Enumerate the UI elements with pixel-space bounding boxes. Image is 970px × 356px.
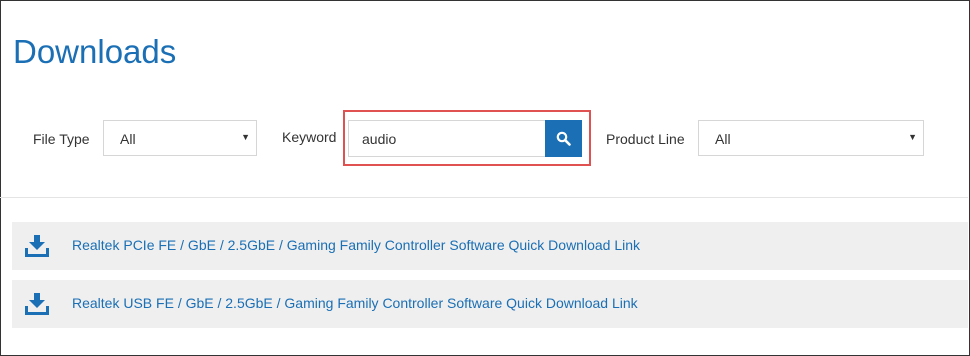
search-icon: [556, 131, 571, 146]
keyword-search-input[interactable]: [348, 120, 545, 157]
download-row: Realtek PCIe FE / GbE / 2.5GbE / Gaming …: [12, 222, 968, 270]
download-icon[interactable]: [24, 292, 50, 316]
caret-down-icon: ▼: [908, 132, 917, 142]
file-type-select[interactable]: All ▼: [103, 120, 257, 156]
page-title: Downloads: [13, 33, 177, 70]
product-line-label: Product Line: [606, 131, 685, 147]
download-link[interactable]: Realtek PCIe FE / GbE / 2.5GbE / Gaming …: [72, 237, 640, 253]
download-row: Realtek USB FE / GbE / 2.5GbE / Gaming F…: [12, 280, 968, 328]
section-divider: [0, 197, 968, 198]
download-link[interactable]: Realtek USB FE / GbE / 2.5GbE / Gaming F…: [72, 295, 638, 311]
product-line-select[interactable]: All ▼: [698, 120, 924, 156]
download-icon[interactable]: [24, 234, 50, 258]
keyword-label: Keyword: [282, 129, 337, 145]
product-line-value: All: [715, 131, 731, 147]
caret-down-icon: ▼: [241, 132, 250, 142]
file-type-label: File Type: [33, 131, 90, 147]
file-type-value: All: [120, 131, 136, 147]
search-button[interactable]: [545, 120, 582, 157]
